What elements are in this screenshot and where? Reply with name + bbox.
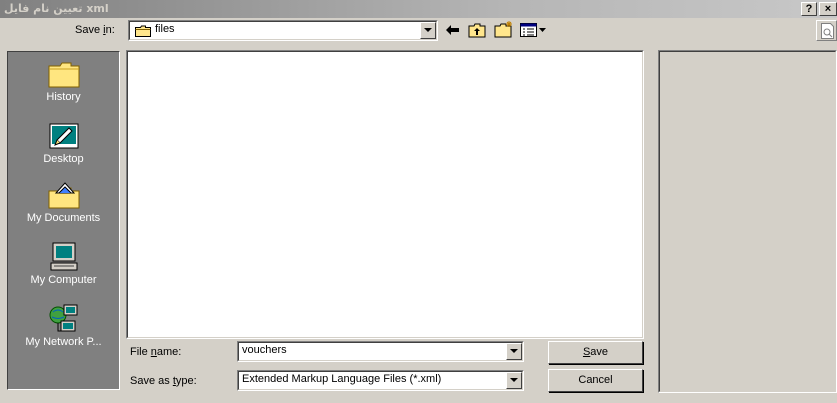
save-as-type-label: Save as type: (130, 375, 197, 387)
desktop-icon (49, 123, 78, 149)
my-documents-icon (48, 182, 79, 209)
close-button[interactable]: × (819, 2, 837, 16)
create-new-folder-icon[interactable] (494, 20, 514, 38)
place-my-computer[interactable]: My Computer (8, 241, 119, 286)
place-label: Desktop (43, 153, 84, 165)
my-computer-icon (50, 242, 77, 271)
place-my-network-places[interactable]: My Network P... (8, 303, 119, 348)
back-arrow-icon[interactable] (445, 24, 461, 37)
save-as-type-value: Extended Markup Language Files (*.xml) (242, 373, 442, 385)
file-name-input[interactable]: vouchers (237, 341, 524, 362)
preview-pane (658, 50, 837, 393)
my-network-places-icon (49, 304, 77, 332)
views-menu-icon[interactable] (520, 22, 550, 38)
place-label: My Documents (26, 212, 101, 224)
chevron-down-icon (510, 378, 518, 382)
history-folder-icon (48, 62, 79, 88)
file-name-label: File name: (130, 346, 182, 358)
file-list[interactable] (126, 50, 644, 339)
preview-button[interactable] (816, 20, 837, 41)
place-my-documents[interactable]: My Documents (8, 179, 119, 224)
places-bar: History Desktop My Documents My Computer (7, 51, 120, 390)
save-button[interactable]: Save (548, 341, 643, 364)
chevron-down-icon (424, 28, 432, 32)
file-name-dropdown-button[interactable] (506, 343, 522, 360)
preview-icon (821, 23, 834, 39)
help-button[interactable]: ? (801, 2, 817, 16)
title-bar[interactable]: تعیین نام فایل xml ? × (0, 0, 837, 18)
place-history[interactable]: History (8, 58, 119, 103)
file-name-value: vouchers (242, 344, 287, 356)
save-in-value: files (155, 23, 175, 35)
save-as-type-dropdown[interactable]: Extended Markup Language Files (*.xml) (237, 370, 524, 391)
chevron-down-icon (510, 349, 518, 353)
save-in-dropdown[interactable]: files (128, 20, 438, 41)
folder-icon (135, 25, 151, 37)
place-label: My Network P... (25, 336, 102, 348)
save-in-label: Save in: (75, 24, 115, 36)
place-label: History (46, 91, 81, 103)
save-in-dropdown-button[interactable] (420, 22, 436, 39)
cancel-button[interactable]: Cancel (548, 369, 643, 392)
up-one-level-icon[interactable] (468, 22, 486, 38)
window-title: تعیین نام فایل xml (4, 2, 109, 15)
save-as-type-dropdown-button[interactable] (506, 372, 522, 389)
place-desktop[interactable]: Desktop (8, 120, 119, 165)
place-label: My Computer (30, 274, 97, 286)
